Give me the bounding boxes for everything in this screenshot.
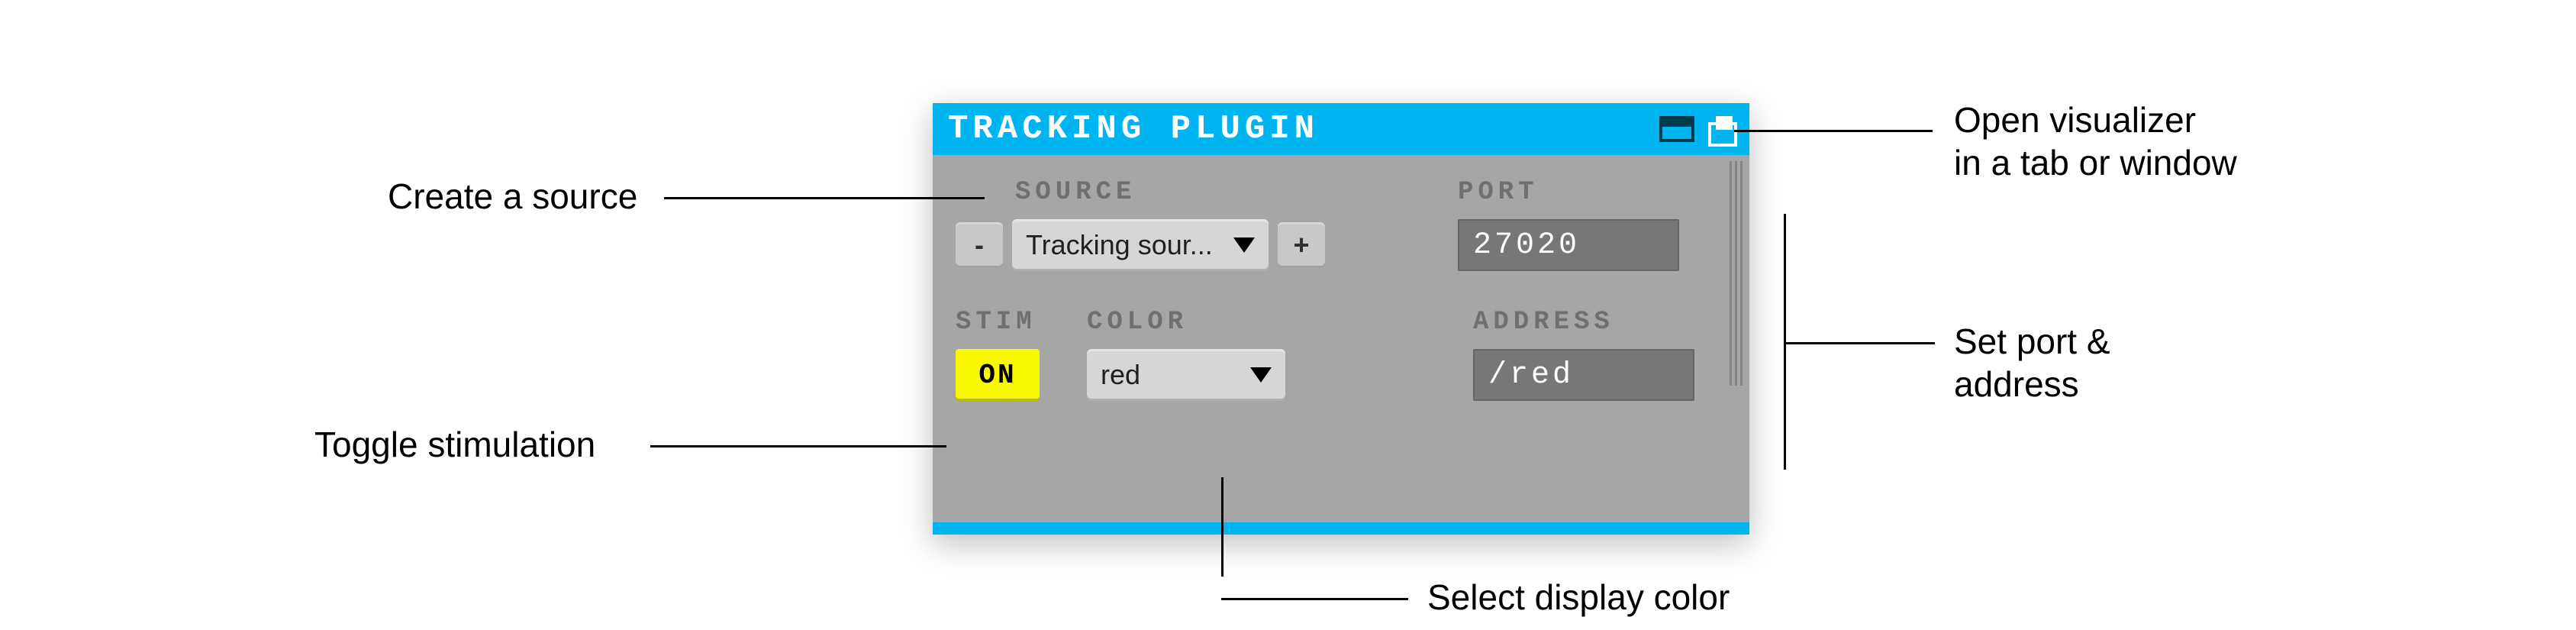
address-input-value: /red: [1488, 358, 1574, 393]
port-label: PORT: [1458, 178, 1679, 207]
tracking-plugin-panel: TRACKING PLUGIN SOURCE - Tracking sour..…: [933, 103, 1749, 535]
add-source-button[interactable]: +: [1278, 222, 1325, 268]
source-label: SOURCE: [956, 178, 1368, 207]
annotation-select-color: Select display color: [1427, 577, 1730, 619]
address-label: ADDRESS: [1473, 308, 1694, 337]
color-dropdown[interactable]: red: [1087, 349, 1285, 401]
annotation-toggle-stim: Toggle stimulation: [314, 424, 595, 466]
chevron-down-icon: [1233, 237, 1255, 253]
leader-line: [1734, 130, 1933, 132]
source-dropdown[interactable]: Tracking sour...: [1012, 219, 1269, 271]
title-bar-icons: [1659, 103, 1734, 155]
leader-line: [1784, 214, 1786, 470]
annotation-set-port-line2: address: [1954, 363, 2079, 405]
port-input-value: 27020: [1473, 228, 1580, 263]
address-input[interactable]: /red: [1473, 349, 1694, 401]
open-in-tab-icon[interactable]: [1659, 116, 1694, 142]
title-bar: TRACKING PLUGIN: [933, 103, 1749, 155]
leader-line: [1221, 598, 1408, 600]
leader-line: [664, 197, 985, 199]
row-source-port: SOURCE - Tracking sour... + PORT 27020: [956, 178, 1726, 271]
annotation-open-visualizer-line1: Open visualizer: [1954, 99, 2196, 141]
open-in-window-icon[interactable]: [1708, 116, 1734, 142]
leader-line: [650, 445, 946, 447]
annotation-create-source: Create a source: [388, 176, 637, 218]
panel-title: TRACKING PLUGIN: [948, 110, 1319, 148]
color-dropdown-value: red: [1101, 359, 1140, 391]
stim-toggle-button[interactable]: ON: [956, 349, 1040, 401]
row-stim-color-address: STIM ON COLOR red ADDRESS /red: [956, 308, 1726, 401]
port-input[interactable]: 27020: [1458, 219, 1679, 271]
leader-line: [1786, 342, 1935, 344]
source-dropdown-value: Tracking sour...: [1026, 229, 1213, 261]
resize-grip-icon[interactable]: [1730, 155, 1743, 386]
panel-body: SOURCE - Tracking sour... + PORT 27020: [933, 155, 1749, 401]
annotation-set-port-line1: Set port &: [1954, 321, 2110, 363]
stim-label: STIM: [956, 308, 1062, 337]
color-label: COLOR: [1087, 308, 1285, 337]
leader-line: [1221, 477, 1224, 577]
bottom-accent-bar: [933, 522, 1749, 535]
chevron-down-icon: [1250, 367, 1272, 383]
annotation-open-visualizer-line2: in a tab or window: [1954, 142, 2237, 184]
remove-source-button[interactable]: -: [956, 222, 1003, 268]
